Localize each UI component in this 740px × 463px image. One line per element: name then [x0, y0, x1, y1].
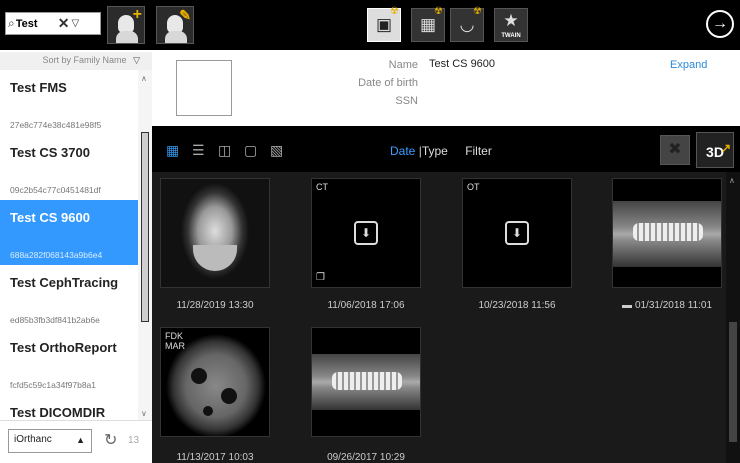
intraoral-button[interactable]: ▣ ☢: [367, 6, 401, 42]
patient-name: Test FMS: [10, 80, 67, 95]
patient-id: 688a282f068143a9b6e4: [10, 250, 103, 260]
study-date: 11/06/2018 17:06: [327, 300, 405, 311]
study-thumbnail[interactable]: OT ⬇: [462, 178, 572, 288]
study-date: 11/28/2019 13:30: [176, 300, 254, 311]
search-input[interactable]: [15, 17, 56, 30]
scroll-up-icon[interactable]: ∧: [141, 74, 147, 83]
panoramic-xray-image: [312, 328, 420, 436]
patient-id: 27e8c774e38c481e98f5: [10, 120, 102, 130]
patient-count: 13: [128, 435, 140, 446]
patient-photo[interactable]: [176, 60, 232, 116]
patient-item[interactable]: Test OrthoReport fcfd5c59c1a34f97b8a1: [0, 330, 138, 395]
grid-view-icon[interactable]: ▦: [166, 142, 179, 159]
sort-by-type[interactable]: Type: [422, 144, 448, 158]
gallery-toolbar: ▦ ☰ ◫ ▢ ▧ Date |Type Filter ✖ 3D ↗: [152, 126, 740, 172]
ssn-label: SSN: [395, 95, 418, 107]
download-icon[interactable]: ⬇: [354, 221, 378, 245]
patient-name: Test OrthoReport: [10, 340, 117, 355]
patient-item[interactable]: Test FMS 27e8c774e38c481e98f5: [0, 70, 138, 135]
trash-button[interactable]: ✖: [660, 135, 690, 165]
add-patient-button[interactable]: +: [107, 6, 145, 44]
study-date: 09/26/2017 10:29: [327, 452, 405, 463]
modality-tag: OT: [467, 182, 480, 192]
panoramic-button[interactable]: ◡ ☢: [450, 6, 484, 42]
server-select[interactable]: iOrthanc ▲: [8, 429, 92, 453]
patient-item[interactable]: Test CS 3700 09c2b54c77c0451481df: [0, 135, 138, 200]
trash-icon: ✖: [668, 141, 682, 158]
study-date: 11/13/2017 10:03: [176, 452, 254, 463]
sort-label: Sort by Family Name: [42, 55, 127, 65]
monitor-view-icon[interactable]: ▢: [244, 142, 257, 159]
patient-list-scrollbar[interactable]: ∧ ∨: [138, 70, 152, 420]
expand-link[interactable]: Expand: [670, 59, 707, 71]
3d-button[interactable]: 3D ↗: [696, 132, 734, 168]
scroll-up-icon[interactable]: ∧: [729, 176, 735, 185]
mount-view-icon[interactable]: ▧: [270, 142, 283, 159]
ceph-xray-image: [161, 179, 269, 287]
patient-id: ed85b3fb3df841b2ab6e: [10, 315, 100, 325]
study-date-with-note: ▬ 01/31/2018 11:01: [597, 300, 737, 311]
filter-link[interactable]: Filter: [465, 144, 492, 158]
patient-id: 09c2b54c77c0451481df: [10, 185, 101, 195]
patient-info-panel: Name Test CS 9600 Date of birth SSN Expa…: [152, 50, 740, 126]
study-thumbnail[interactable]: [311, 327, 421, 437]
patient-id: fcfd5c59c1a34f97b8a1: [10, 380, 97, 390]
name-label: Name: [388, 59, 418, 71]
list-view-icon[interactable]: ☰: [192, 142, 205, 159]
scroll-thumb[interactable]: [141, 132, 149, 322]
search-icon: ⌕: [8, 16, 15, 30]
filter-icon[interactable]: ▽: [71, 18, 79, 29]
download-icon[interactable]: ⬇: [505, 221, 529, 245]
study-date: 01/31/2018 11:01: [634, 300, 713, 311]
name-value: Test CS 9600: [429, 58, 496, 70]
modality-tag: CT: [316, 182, 328, 192]
next-button[interactable]: →: [706, 10, 734, 38]
patient-item[interactable]: Test DICOMDIR: [0, 395, 138, 420]
panoramic-xray-image: [613, 179, 721, 287]
study-thumbnail[interactable]: [612, 178, 722, 288]
server-bar: iOrthanc ▲ ↻ 13: [0, 420, 152, 463]
compare-view-icon[interactable]: ◫: [218, 142, 231, 159]
chevron-down-icon: ▽: [133, 55, 140, 65]
study-date: 10/23/2018 11:56: [478, 300, 556, 311]
twain-icon: ★: [503, 11, 519, 30]
search-box[interactable]: ⌕ ✕ ▽: [5, 12, 101, 35]
copy-icon: ❐: [316, 272, 325, 283]
gallery-scrollbar[interactable]: ∧: [726, 172, 740, 463]
edit-patient-button[interactable]: ✎: [156, 6, 194, 44]
scroll-down-icon[interactable]: ∨: [141, 409, 147, 418]
clear-icon[interactable]: ✕: [58, 15, 70, 32]
next-icon: →: [712, 15, 728, 32]
patient-name: Test DICOMDIR: [10, 405, 106, 420]
modality-tag: FDK MAR: [165, 331, 185, 351]
study-thumbnail[interactable]: [160, 178, 270, 288]
dob-label: Date of birth: [358, 77, 418, 89]
sort-links: Date |Type Filter: [390, 144, 492, 158]
twain-label: TWAIN: [501, 33, 521, 39]
study-thumbnail[interactable]: CT ⬇ ❐: [311, 178, 421, 288]
patient-panel: ⌕ ✕ ▽ + Sort by Family Name ▽ Test FMS 2…: [0, 0, 152, 463]
patient-item-selected[interactable]: Test CS 9600 688a282f068143a9b6e4: [0, 200, 138, 265]
refresh-icon[interactable]: ↻: [104, 430, 117, 450]
sort-dropdown[interactable]: Sort by Family Name ▽: [0, 52, 152, 70]
chevron-up-icon: ▲: [76, 435, 85, 445]
server-selected: iOrthanc: [14, 434, 52, 445]
layout-button[interactable]: ▦ ☢: [411, 6, 445, 42]
patient-name: Test CS 3700: [10, 145, 90, 160]
patient-item[interactable]: Test CephTracing ed85b3fb3df841b2ab6e: [0, 265, 138, 330]
patient-name: Test CS 9600: [10, 210, 90, 225]
image-gallery: 11/28/2019 13:30 CT ⬇ ❐ 11/06/2018 17:06…: [152, 172, 740, 463]
main-toolbar: ✎ ▣ ☢ ▦ ☢ ◡ ☢ ★ TWAIN →: [152, 0, 740, 50]
study-thumbnail[interactable]: FDK MAR: [160, 327, 270, 437]
twain-button[interactable]: ★ TWAIN: [494, 8, 528, 42]
scroll-thumb[interactable]: [729, 322, 737, 442]
left-toolbar: ⌕ ✕ ▽ +: [0, 0, 152, 50]
patient-name: Test CephTracing: [10, 275, 119, 290]
note-icon: ▬: [621, 300, 632, 311]
sort-by-date[interactable]: Date: [390, 144, 415, 158]
patient-list: Test FMS 27e8c774e38c481e98f5 Test CS 37…: [0, 70, 138, 420]
